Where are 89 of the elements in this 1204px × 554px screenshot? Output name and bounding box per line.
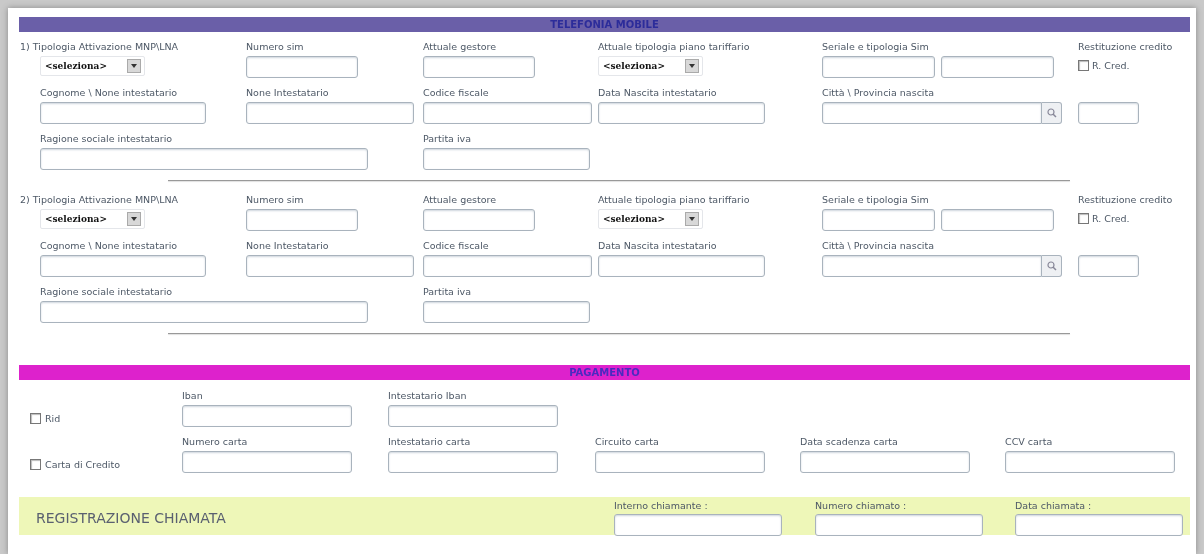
field-label: Cognome \ None intestatario (40, 239, 179, 253)
input-field[interactable] (246, 102, 414, 124)
field-label: None Intestatario (246, 239, 330, 253)
input-field[interactable] (40, 255, 206, 277)
checkbox[interactable] (30, 458, 41, 470)
input-field[interactable] (598, 255, 765, 277)
input-field[interactable] (246, 255, 414, 277)
field-label: Città \ Provincia nascita (822, 239, 936, 253)
search-icon (1046, 261, 1057, 271)
dropdown[interactable]: <seleziona> (598, 56, 703, 76)
field-label: Numero sim (246, 40, 305, 54)
input-field[interactable] (388, 451, 558, 473)
field-label: Interno chiamante : (614, 499, 709, 513)
field-label: Seriale e tipologia Sim (822, 40, 930, 54)
dropdown[interactable]: <seleziona> (40, 56, 145, 76)
field-label: Ragione sociale intestatario (40, 285, 174, 299)
field-label: Città \ Provincia nascita (822, 86, 936, 100)
input-field[interactable] (423, 255, 592, 277)
field-label: Intestatario Iban (388, 389, 468, 403)
input-field[interactable] (815, 514, 983, 536)
input-field[interactable] (423, 209, 535, 231)
field-label: None Intestatario (246, 86, 330, 100)
input-field[interactable] (182, 405, 352, 427)
input-field[interactable] (941, 56, 1054, 78)
input-field[interactable] (423, 301, 590, 323)
input-field[interactable] (246, 209, 358, 231)
field-label: CCV carta (1005, 435, 1054, 449)
field-label: Attuale gestore (423, 40, 498, 54)
field-label: Attuale gestore (423, 193, 498, 207)
search-button[interactable] (1042, 102, 1062, 124)
input-field[interactable] (1005, 451, 1175, 473)
field-label: Intestatario carta (388, 435, 472, 449)
field-label: Partita iva (423, 132, 473, 146)
field-label: Data scadenza carta (800, 435, 899, 449)
input-field[interactable] (941, 209, 1054, 231)
field-label: Partita iva (423, 285, 473, 299)
field-label: Restituzione credito (1078, 40, 1174, 54)
checkbox-label: R. Cred. (1092, 213, 1130, 224)
input-field[interactable] (1015, 514, 1183, 536)
field-label: Circuito carta (595, 435, 660, 449)
field-label: Data Nascita intestatario (598, 86, 718, 100)
field-label: 2) Tipologia Attivazione MNP\LNA (20, 193, 180, 207)
checkbox[interactable] (1078, 213, 1089, 224)
input-field[interactable] (423, 148, 590, 170)
field-label: Attuale tipologia piano tariffario (598, 40, 751, 54)
field-label: Codice fiscale (423, 86, 490, 100)
input-field[interactable] (40, 148, 368, 170)
field-label: 1) Tipologia Attivazione MNP\LNA (20, 40, 180, 54)
field-label: Restituzione credito (1078, 193, 1174, 207)
dropdown[interactable]: <seleziona> (598, 209, 703, 229)
input-field[interactable] (822, 255, 1042, 277)
section-title: REGISTRAZIONE CHIAMATA (35, 509, 227, 528)
field-label: Numero carta (182, 435, 249, 449)
field-label: Codice fiscale (423, 239, 490, 253)
input-field[interactable] (822, 102, 1042, 124)
checkbox-label: R. Cred. (1092, 60, 1130, 71)
field-label: Data chiamata : (1015, 499, 1093, 513)
input-field[interactable] (614, 514, 782, 536)
input-field[interactable] (822, 209, 935, 231)
input-field[interactable] (1078, 255, 1139, 277)
field-label: Data Nascita intestatario (598, 239, 718, 253)
input-field[interactable] (800, 451, 970, 473)
input-field[interactable] (595, 451, 765, 473)
input-field[interactable] (182, 451, 352, 473)
field-label: Numero sim (246, 193, 305, 207)
search-icon (1046, 108, 1057, 118)
field-label: Cognome \ None intestatario (40, 86, 179, 100)
field-label: Seriale e tipologia Sim (822, 193, 930, 207)
input-field[interactable] (598, 102, 765, 124)
input-field[interactable] (388, 405, 558, 427)
checkbox[interactable] (1078, 60, 1089, 71)
field-label: Attuale tipologia piano tariffario (598, 193, 751, 207)
input-field[interactable] (1078, 102, 1139, 124)
checkbox[interactable] (30, 412, 41, 424)
field-label: Numero chiamato : (815, 499, 908, 513)
input-field[interactable] (423, 102, 592, 124)
checkbox-label: Carta di Credito (45, 458, 120, 470)
field-label: Ragione sociale intestatario (40, 132, 174, 146)
section-header: PAGAMENTO (19, 365, 1190, 380)
input-field[interactable] (40, 301, 368, 323)
checkbox-label: Rid (45, 412, 61, 424)
input-field[interactable] (246, 56, 358, 78)
search-button[interactable] (1042, 255, 1062, 277)
section-header: TELEFONIA MOBILE (19, 17, 1190, 32)
input-field[interactable] (40, 102, 206, 124)
dropdown[interactable]: <seleziona> (40, 209, 145, 229)
input-field[interactable] (423, 56, 535, 78)
field-label: Iban (182, 389, 204, 403)
input-field[interactable] (822, 56, 935, 78)
